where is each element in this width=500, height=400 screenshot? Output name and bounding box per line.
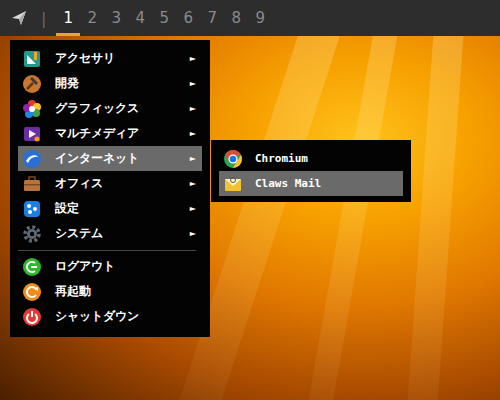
submenu-arrow: ► xyxy=(190,79,196,88)
gear-icon xyxy=(22,224,42,244)
menu-item-label: グラフィックス xyxy=(55,100,190,117)
menu-item[interactable]: インターネット► xyxy=(18,146,202,171)
mail-icon xyxy=(223,174,243,194)
submenu-item[interactable]: Chromium xyxy=(219,146,403,171)
submenu-arrow: ► xyxy=(190,229,196,238)
session-item[interactable]: 再起動 xyxy=(18,279,202,304)
session-item[interactable]: ログアウト xyxy=(18,254,202,279)
ruler-icon xyxy=(22,49,42,69)
submenu-item-label: Chromium xyxy=(255,152,308,165)
menu-item[interactable]: システム► xyxy=(18,221,202,246)
power-icon xyxy=(22,307,42,327)
submenu-item[interactable]: Claws Mail xyxy=(219,171,403,196)
palette-icon xyxy=(22,99,42,119)
settings-icon xyxy=(22,199,42,219)
workspace-button[interactable]: 8 xyxy=(224,0,248,36)
internet-submenu: Chromium Claws Mail xyxy=(211,140,411,202)
menu-item-label: アクセサリ xyxy=(55,50,190,67)
session-item-label: 再起動 xyxy=(55,283,196,300)
multimedia-icon xyxy=(22,124,42,144)
workspace-button[interactable]: 2 xyxy=(80,0,104,36)
submenu-arrow: ► xyxy=(190,154,196,163)
desktop: |123456789アクセサリ►開発►グラフィックス►マルチメディア►インターネ… xyxy=(0,0,500,400)
submenu-arrow: ► xyxy=(190,54,196,63)
restart-icon xyxy=(22,282,42,302)
menu-item[interactable]: オフィス► xyxy=(18,171,202,196)
menu-item-label: インターネット xyxy=(55,150,190,167)
workspace-button[interactable]: 5 xyxy=(152,0,176,36)
session-item[interactable]: シャットダウン xyxy=(18,304,202,329)
submenu-arrow: ► xyxy=(190,104,196,113)
menu-item[interactable]: マルチメディア► xyxy=(18,121,202,146)
briefcase-icon xyxy=(22,174,42,194)
menu-item-label: オフィス xyxy=(55,175,190,192)
submenu-item-label: Claws Mail xyxy=(255,177,321,190)
hammer-icon xyxy=(22,74,42,94)
menu-separator xyxy=(18,250,196,251)
menu-item[interactable]: アクセサリ► xyxy=(18,46,202,71)
wallpaper-ray xyxy=(401,0,470,400)
paper-plane-icon[interactable] xyxy=(11,10,27,26)
chromium-icon xyxy=(223,149,243,169)
submenu-arrow: ► xyxy=(190,129,196,138)
menu-item-label: 開発 xyxy=(55,75,190,92)
logout-icon xyxy=(22,257,42,277)
workspace-button[interactable]: 4 xyxy=(128,0,152,36)
globe-icon xyxy=(22,149,42,169)
app-menu: アクセサリ►開発►グラフィックス►マルチメディア►インターネット►オフィス►設定… xyxy=(10,40,210,337)
workspace-button[interactable]: 7 xyxy=(200,0,224,36)
session-item-label: シャットダウン xyxy=(55,308,196,325)
menu-item[interactable]: 開発► xyxy=(18,71,202,96)
submenu-arrow: ► xyxy=(190,204,196,213)
submenu-arrow: ► xyxy=(190,179,196,188)
workspace-button[interactable]: 9 xyxy=(248,0,272,36)
menu-item[interactable]: 設定► xyxy=(18,196,202,221)
session-item-label: ログアウト xyxy=(55,258,196,275)
taskbar: | 123456789 xyxy=(0,0,500,36)
workspace-button[interactable]: 3 xyxy=(104,0,128,36)
workspace-list: 123456789 xyxy=(56,0,272,36)
workspace-button[interactable]: 1 xyxy=(56,0,80,36)
menu-item-label: 設定 xyxy=(55,200,190,217)
taskbar-separator: | xyxy=(41,9,46,28)
workspace-button[interactable]: 6 xyxy=(176,0,200,36)
menu-item-label: システム xyxy=(55,225,190,242)
menu-item-label: マルチメディア xyxy=(55,125,190,142)
menu-item[interactable]: グラフィックス► xyxy=(18,96,202,121)
